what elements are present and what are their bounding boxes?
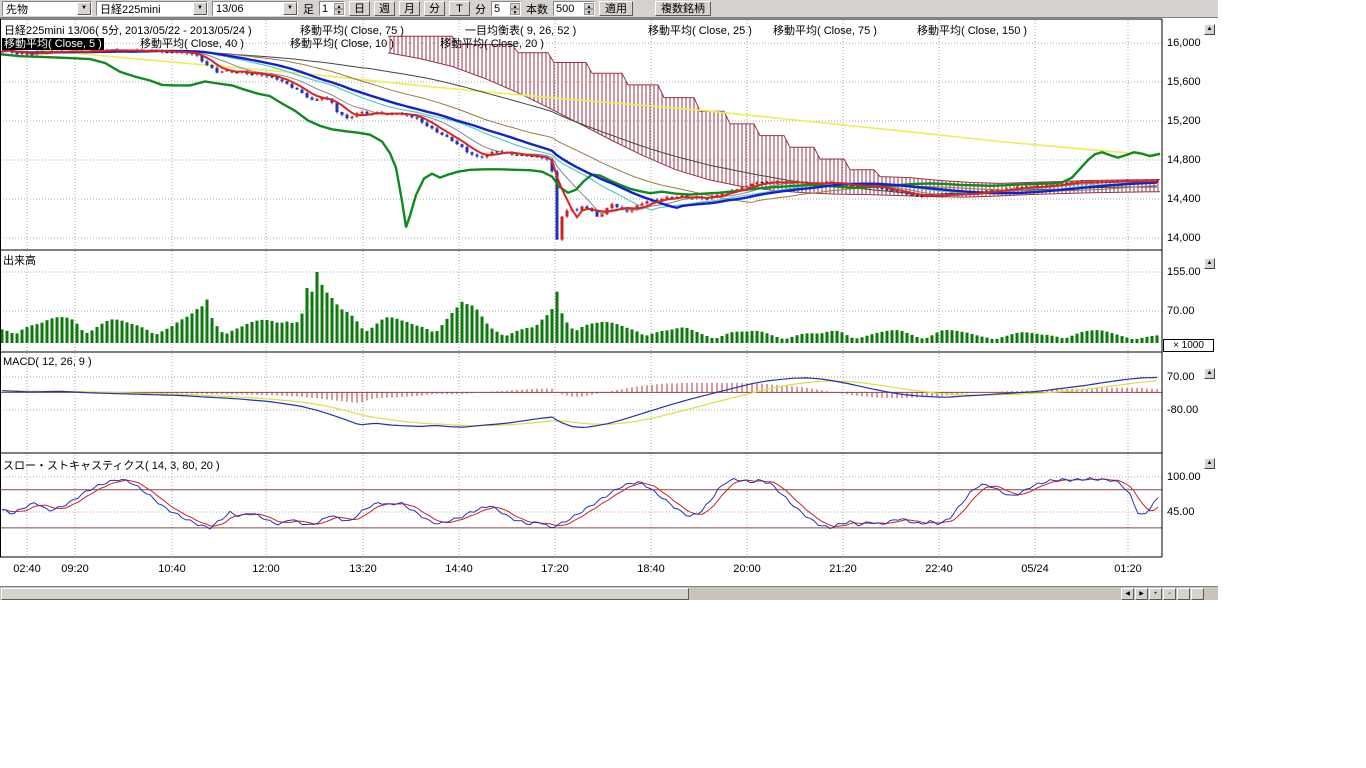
chart-application-window: 先物 ▼ 日経225mini ▼ 13/06 ▼ 足 1 ▲▼ 日 週 月 分 … [0,0,1218,601]
legend-ma150[interactable]: 移動平均( Close, 150 ) [917,25,1027,37]
time-axis-label: 13:20 [343,563,383,575]
macd-axis-label: 70.00 [1167,371,1195,383]
category-combobox[interactable]: 先物 ▼ [2,1,92,16]
chevron-down-icon[interactable]: ▼ [193,2,207,15]
volume-scale-badge: × 1000 [1163,339,1214,352]
period-minute-button[interactable]: 分 [424,1,445,16]
legend-ma40[interactable]: 移動平均( Close, 40 ) [140,38,244,50]
stoch-axis-label: 45.00 [1167,506,1195,518]
volume-axis-label: 70.00 [1167,305,1195,317]
stoch-scale-up-button[interactable]: ▲ [1204,458,1215,469]
bar-count-spinner[interactable]: 500 ▲▼ [553,1,595,16]
category-value: 先物 [3,1,31,17]
scroll-left-button[interactable]: ◀ [1121,588,1134,600]
chart-plot[interactable] [0,18,1218,586]
period-day-button[interactable]: 日 [349,1,370,16]
price-axis-label: 14,000 [1167,232,1201,244]
legend-ma75[interactable]: 移動平均( Close, 75 ) [300,25,404,37]
symbol-value: 日経225mini [97,1,164,17]
spinner-arrows-icon[interactable]: ▲▼ [334,3,344,15]
minute-label: 分 [474,1,487,17]
time-axis-label: 02:40 [7,563,47,575]
chevron-down-icon[interactable]: ▼ [283,2,297,15]
time-axis-label: 12:00 [246,563,286,575]
stoch-axis-label: 100.00 [1167,471,1201,483]
price-scale-up-button[interactable]: ▲ [1204,24,1215,35]
chart-title[interactable]: 日経225mini 13/06( 5分, 2013/05/22 - 2013/0… [4,25,252,37]
volume-panel-title: 出来高 [3,252,36,268]
volume-axis-label: 155.00 [1167,266,1201,278]
time-axis-label: 20:00 [727,563,767,575]
apply-button[interactable]: 適用 [599,1,633,16]
zoom-out-button[interactable]: − [1163,588,1176,600]
period-tick-button[interactable]: T [449,1,470,16]
price-axis-label: 15,200 [1167,115,1201,127]
bar-type-label: 足 [302,1,315,17]
scrollbar-thumb[interactable] [1,588,689,600]
price-axis-label: 16,000 [1167,37,1201,49]
period-month-button[interactable]: 月 [399,1,420,16]
time-axis-label: 22:40 [919,563,959,575]
multi-symbol-button[interactable]: 複数銘柄 [655,1,711,16]
contract-month-combobox[interactable]: 13/06 ▼ [212,1,298,16]
symbol-combobox[interactable]: 日経225mini ▼ [96,1,208,16]
price-axis-label: 15,600 [1167,76,1201,88]
bar-count-label: 本数 [525,1,549,17]
scroll-right-button[interactable]: ▶ [1135,588,1148,600]
chart-tool-button[interactable] [1177,588,1190,600]
bar-count-value: 500 [554,3,576,15]
legend-ma20[interactable]: 移動平均( Close, 20 ) [440,38,544,50]
volume-scale-up-button[interactable]: ▲ [1204,258,1215,269]
legend-ichimoku[interactable]: 一目均衡表( 9, 26, 52 ) [465,25,576,37]
spinner-arrows-icon[interactable]: ▲▼ [584,3,594,15]
time-axis-label: 17:20 [535,563,575,575]
time-axis-label: 21:20 [823,563,863,575]
macd-panel-title: MACD( 12, 26, 9 ) [3,356,92,368]
time-axis-label: 14:40 [439,563,479,575]
toolbar: 先物 ▼ 日経225mini ▼ 13/06 ▼ 足 1 ▲▼ 日 週 月 分 … [0,0,1218,18]
time-axis-label: 05/24 [1015,563,1055,575]
stochastics-panel-title: スロー・ストキャスティクス( 14, 3, 80, 20 ) [3,457,220,473]
time-axis-label: 18:40 [631,563,671,575]
legend-ma25[interactable]: 移動平均( Close, 25 ) [648,25,752,37]
time-axis-label: 09:20 [55,563,95,575]
price-axis-label: 14,400 [1167,193,1201,205]
legend-ma5[interactable]: 移動平均( Close, 5 ) [2,38,104,50]
spinner-arrows-icon[interactable]: ▲▼ [510,3,520,15]
macd-axis-label: -80.00 [1167,404,1198,416]
minute-spinner[interactable]: 5 ▲▼ [491,1,521,16]
bar-interval-spinner[interactable]: 1 ▲▼ [319,1,345,16]
price-axis-label: 14,800 [1167,154,1201,166]
period-week-button[interactable]: 週 [374,1,395,16]
horizontal-scrollbar[interactable]: ◀ ▶ + − [0,586,1218,600]
macd-scale-up-button[interactable]: ▲ [1204,368,1215,379]
legend-ma75-2[interactable]: 移動平均( Close, 75 ) [773,25,877,37]
time-axis-label: 10:40 [152,563,192,575]
chart-tool-button[interactable] [1191,588,1204,600]
bar-interval-value: 1 [320,3,330,15]
legend-ma10[interactable]: 移動平均( Close, 10 ) [290,38,394,50]
zoom-in-button[interactable]: + [1149,588,1162,600]
time-axis-label: 01:20 [1108,563,1148,575]
minute-value: 5 [492,3,502,15]
chevron-down-icon[interactable]: ▼ [77,2,91,15]
contract-month-value: 13/06 [213,3,247,15]
